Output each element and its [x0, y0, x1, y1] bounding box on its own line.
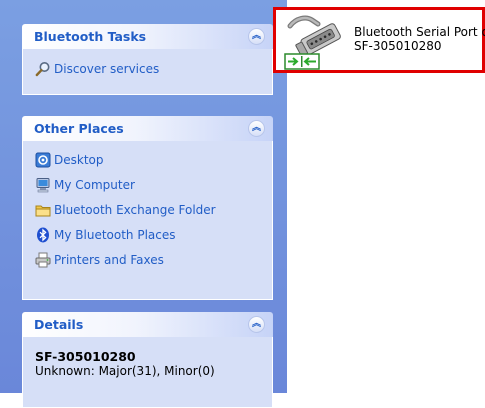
- printer-icon: [35, 252, 51, 268]
- collapse-chevron-icon[interactable]: ︽: [248, 28, 265, 45]
- bluetooth-tasks-header[interactable]: Bluetooth Tasks ︽: [22, 24, 273, 49]
- task-discover-services[interactable]: Discover services: [35, 56, 260, 81]
- my-computer-icon: [35, 177, 51, 193]
- bluetooth-tasks-panel: Bluetooth Tasks ︽ Discover services: [22, 24, 273, 95]
- place-my-bluetooth-places[interactable]: My Bluetooth Places: [35, 222, 260, 247]
- task-label: My Bluetooth Places: [54, 227, 176, 242]
- item-caption: Bluetooth Serial Port on SF-305010280: [354, 25, 485, 53]
- task-label: Desktop: [54, 152, 104, 167]
- bluetooth-tasks-body: Discover services: [22, 49, 273, 95]
- place-desktop[interactable]: Desktop: [35, 147, 260, 172]
- other-places-header[interactable]: Other Places ︽: [22, 116, 273, 141]
- collapse-chevron-icon[interactable]: ︽: [248, 316, 265, 333]
- folder-icon: [35, 202, 51, 218]
- other-places-body: Desktop My Computer Bluetooth Exchange F…: [22, 141, 273, 300]
- bluetooth-serial-port-item[interactable]: Bluetooth Serial Port on SF-305010280: [273, 7, 485, 73]
- place-my-computer[interactable]: My Computer: [35, 172, 260, 197]
- place-bluetooth-exchange-folder[interactable]: Bluetooth Exchange Folder: [35, 197, 260, 222]
- task-pane: Bluetooth Tasks ︽ Discover services Othe…: [0, 0, 287, 408]
- item-name: Bluetooth Serial Port on: [354, 25, 485, 39]
- task-label: Discover services: [54, 61, 160, 76]
- item-device: SF-305010280: [354, 39, 442, 53]
- details-body: SF-305010280 Unknown: Major(31), Minor(0…: [22, 337, 273, 408]
- panel-title: Bluetooth Tasks: [34, 29, 147, 44]
- panel-title: Other Places: [34, 121, 124, 136]
- details-device-info: Unknown: Major(31), Minor(0): [35, 364, 215, 378]
- bluetooth-icon: [35, 227, 51, 243]
- task-label: Bluetooth Exchange Folder: [54, 202, 216, 217]
- task-label: My Computer: [54, 177, 135, 192]
- panel-title: Details: [34, 317, 84, 332]
- details-header[interactable]: Details ︽: [22, 312, 273, 337]
- other-places-panel: Other Places ︽ Desktop My Computer Bluet…: [22, 116, 273, 300]
- details-panel: Details ︽ SF-305010280 Unknown: Major(31…: [22, 312, 273, 408]
- details-device-name: SF-305010280: [35, 349, 136, 364]
- task-label: Printers and Faxes: [54, 252, 164, 267]
- place-printers-and-faxes[interactable]: Printers and Faxes: [35, 247, 260, 272]
- serial-port-connected-icon: [284, 14, 348, 70]
- desktop-icon: [35, 152, 51, 168]
- collapse-chevron-icon[interactable]: ︽: [248, 120, 265, 137]
- magnifier-icon: [35, 61, 51, 77]
